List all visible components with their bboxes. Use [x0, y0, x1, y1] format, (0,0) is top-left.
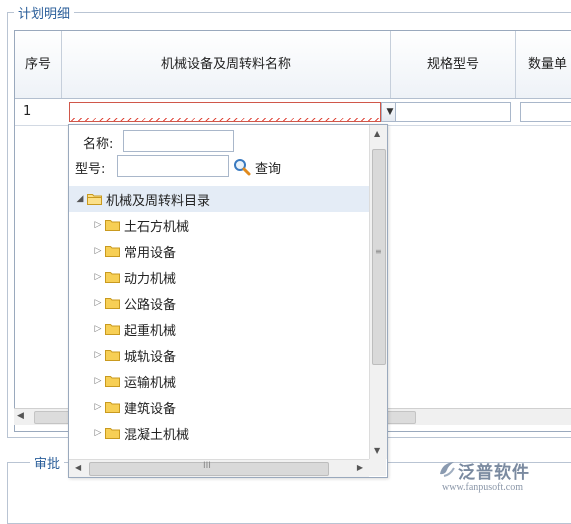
tree-node[interactable]: ▷ 土石方机械 [91, 212, 189, 238]
grip-icon: III [203, 461, 211, 471]
query-label: 查询 [255, 161, 282, 177]
folder-icon [105, 428, 120, 439]
grip-icon: ≡ [375, 247, 382, 256]
collapsed-triangle-icon[interactable]: ▷ [91, 220, 105, 230]
scroll-thumb[interactable] [372, 149, 386, 365]
scroll-right-icon[interactable]: ▶ [357, 463, 363, 472]
tree-node[interactable]: ▷ 运输机械 [91, 368, 176, 394]
column-header-spec[interactable]: 规格型号 [391, 31, 516, 98]
row-number: 1 [23, 104, 32, 119]
tree-node-label: 建筑设备 [124, 401, 177, 417]
collapsed-triangle-icon[interactable]: ▷ [91, 402, 105, 412]
column-header-seq[interactable]: 序号 [15, 31, 62, 98]
tree-node[interactable]: ▷ 动力机械 [91, 264, 176, 290]
tree-node[interactable]: ▷ 常用设备 [91, 238, 176, 264]
tree-node-root[interactable]: ◢ 机械及周转料目录 [69, 186, 369, 212]
plan-detail-legend: 计划明细 [14, 3, 75, 22]
tree-node-label: 城轨设备 [124, 349, 177, 365]
approval-legend: 审批 [30, 453, 65, 472]
expanded-triangle-icon[interactable]: ◢ [73, 194, 87, 204]
equipment-dropdown-panel: 名称: 型号: 查询 ◢ 机械及周转料目录 ▷ 土石方机械 ▷ 常用设备 ▷ 动… [68, 124, 388, 478]
folder-icon [105, 376, 120, 387]
scroll-left-icon[interactable]: ◀ [75, 463, 81, 472]
qty-input[interactable] [520, 102, 571, 122]
folder-open-icon [87, 194, 102, 205]
panel-horizontal-scrollbar[interactable]: ◀ III ▶ [69, 459, 369, 477]
tree-node[interactable]: ▷ 混凝土机械 [91, 420, 189, 446]
name-label: 名称: [83, 137, 114, 152]
folder-icon [105, 402, 120, 413]
tree-node[interactable]: ▷ 建筑设备 [91, 394, 176, 420]
tree-node-label: 起重机械 [124, 323, 177, 339]
collapsed-triangle-icon[interactable]: ▷ [91, 246, 105, 256]
collapsed-triangle-icon[interactable]: ▷ [91, 272, 105, 282]
collapsed-triangle-icon[interactable]: ▷ [91, 298, 105, 308]
model-search-input[interactable] [117, 155, 229, 177]
folder-icon [105, 220, 120, 231]
tree-node-label: 混凝土机械 [124, 427, 190, 443]
search-icon [234, 159, 251, 176]
fanpu-logo-icon [440, 462, 455, 477]
table-row: 1 ▼ [15, 99, 571, 126]
tree-node-label: 运输机械 [124, 375, 177, 391]
collapsed-triangle-icon[interactable]: ▷ [91, 376, 105, 386]
search-area: 名称: 型号: 查询 [69, 125, 369, 185]
tree-node[interactable]: ▷ 城轨设备 [91, 342, 176, 368]
tree-node-label: 常用设备 [124, 245, 177, 261]
spec-input[interactable] [395, 102, 511, 122]
folder-icon [105, 350, 120, 361]
folder-icon [105, 246, 120, 257]
scroll-down-icon[interactable]: ▼ [374, 446, 380, 455]
tree-node[interactable]: ▷ 公路设备 [91, 290, 176, 316]
panel-vertical-scrollbar[interactable]: ▲ ≡ ▼ [369, 125, 387, 459]
validation-underline [71, 118, 379, 121]
column-header-name[interactable]: 机械设备及周转料名称 [62, 31, 391, 98]
tree-node[interactable]: ▷ 起重机械 [91, 316, 176, 342]
model-label: 型号: [75, 162, 106, 177]
tree-node-label: 动力机械 [124, 271, 177, 287]
scroll-left-icon[interactable]: ◀ [17, 411, 24, 421]
watermark-name: 泛普软件 [458, 463, 530, 483]
tree-node-label: 土石方机械 [124, 219, 190, 235]
collapsed-triangle-icon[interactable]: ▷ [91, 350, 105, 360]
folder-icon [105, 272, 120, 283]
tree-node-label: 机械及周转料目录 [106, 193, 211, 209]
folder-icon [105, 324, 120, 335]
grid-header: 序号 机械设备及周转料名称 规格型号 数量单 [15, 31, 571, 99]
collapsed-triangle-icon[interactable]: ▷ [91, 324, 105, 334]
scroll-up-icon[interactable]: ▲ [374, 129, 380, 138]
equipment-name-input[interactable] [69, 102, 381, 122]
watermark-url: www.fanpusoft.com [442, 482, 524, 493]
name-search-input[interactable] [123, 130, 234, 152]
collapsed-triangle-icon[interactable]: ▷ [91, 428, 105, 438]
folder-icon [105, 298, 120, 309]
column-header-qty[interactable]: 数量单 [516, 31, 571, 98]
chevron-down-icon: ▼ [386, 107, 394, 117]
scrollbar-corner [369, 459, 386, 476]
query-button[interactable]: 查询 [233, 155, 281, 179]
tree-node-label: 公路设备 [124, 297, 177, 313]
